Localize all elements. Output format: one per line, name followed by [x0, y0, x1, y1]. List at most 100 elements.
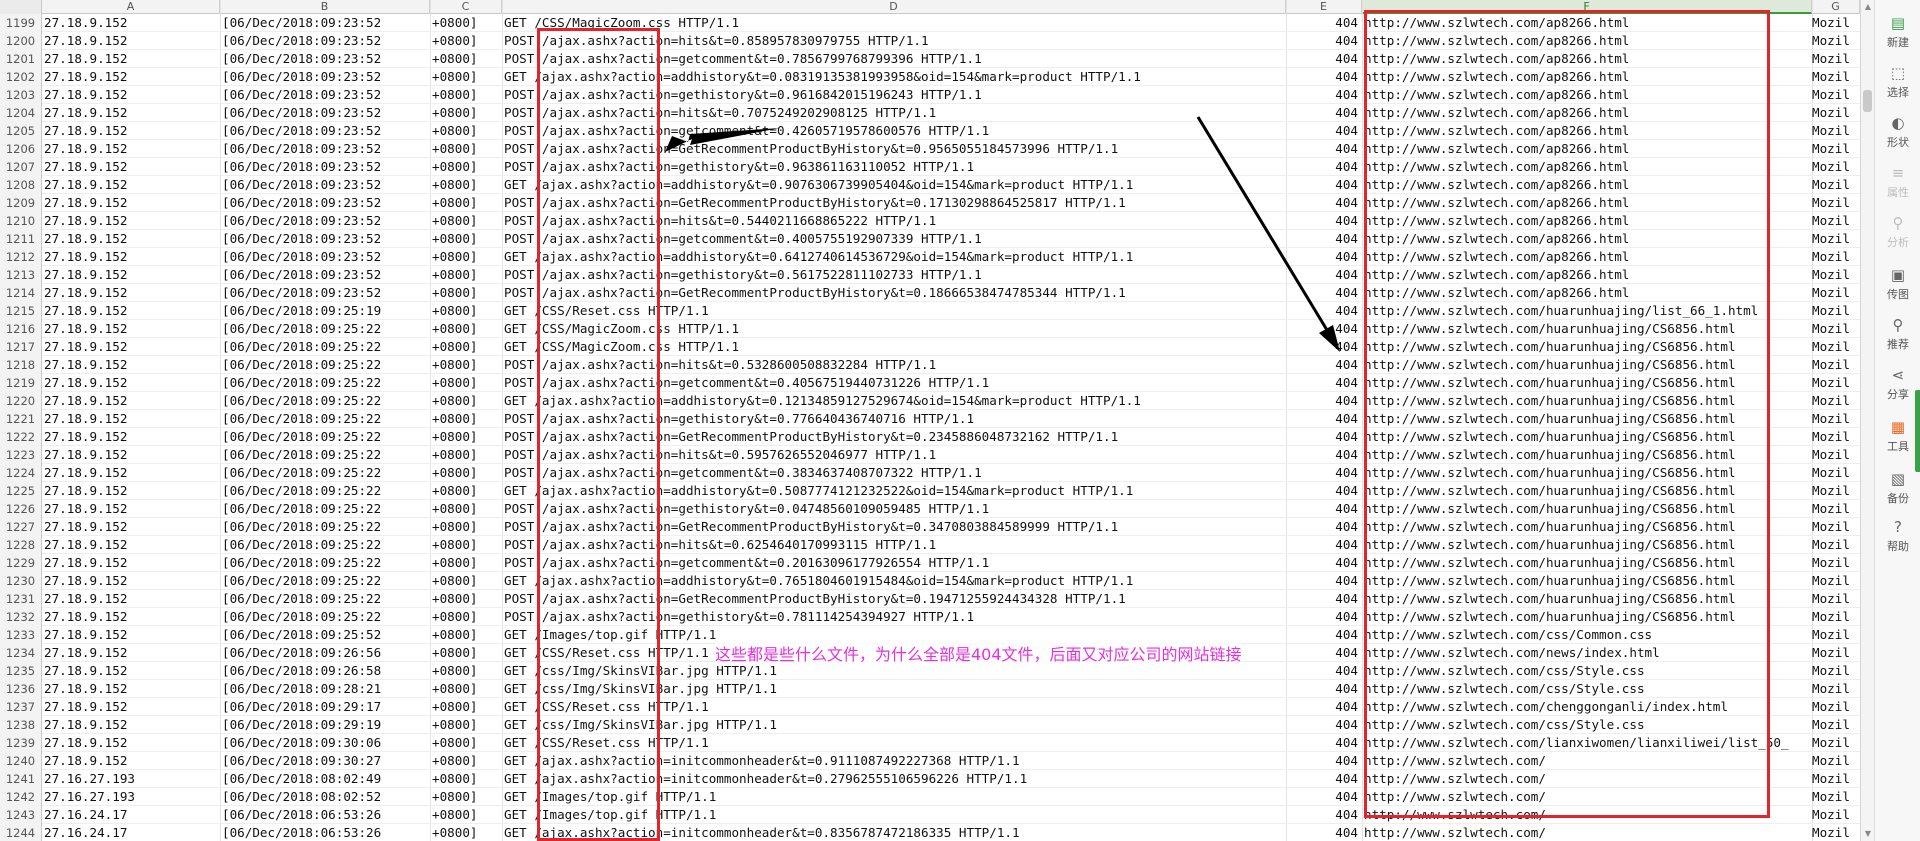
cell-ip[interactable]: 27.18.9.152	[44, 50, 216, 68]
column-header-g[interactable]: G	[1812, 0, 1860, 14]
cell-referrer[interactable]: http://www.szlwtech.com/huarunhuajing/CS…	[1364, 428, 1812, 446]
cell-status[interactable]: 404	[1288, 104, 1358, 122]
row-number[interactable]: 1242	[0, 788, 42, 806]
cell-status[interactable]: 404	[1288, 500, 1358, 518]
cell-agent[interactable]: Mozil	[1812, 158, 1860, 176]
row-number[interactable]: 1211	[0, 230, 42, 248]
cell-referrer[interactable]: http://www.szlwtech.com/ap8266.html	[1364, 14, 1812, 32]
row-number[interactable]: 1235	[0, 662, 42, 680]
row-number[interactable]: 1223	[0, 446, 42, 464]
cell-request[interactable]: GET /ajax.ashx?action=initcommonheader&t…	[504, 824, 1284, 841]
cell-tz[interactable]: +0800]	[432, 518, 498, 536]
cell-tz[interactable]: +0800]	[432, 608, 498, 626]
cell-request[interactable]: POST /ajax.ashx?action=hits&t=0.70752492…	[504, 104, 1284, 122]
sidebar-item-toolbox[interactable]: ▦ 工具	[1875, 414, 1920, 464]
cell-agent[interactable]: Mozil	[1812, 626, 1860, 644]
row-number[interactable]: 1216	[0, 320, 42, 338]
cell-status[interactable]: 404	[1288, 770, 1358, 788]
cell-request[interactable]: POST /ajax.ashx?action=gethistory&t=0.04…	[504, 500, 1284, 518]
cell-status[interactable]: 404	[1288, 518, 1358, 536]
cell-ip[interactable]: 27.16.24.17	[44, 824, 216, 841]
cell-status[interactable]: 404	[1288, 284, 1358, 302]
row-number[interactable]: 1221	[0, 410, 42, 428]
cell-request[interactable]: GET /ajax.ashx?action=addhistory&t=0.641…	[504, 248, 1284, 266]
cell-tz[interactable]: +0800]	[432, 770, 498, 788]
cell-agent[interactable]: Mozil	[1812, 266, 1860, 284]
cell-referrer[interactable]: http://www.szlwtech.com/huarunhuajing/CS…	[1364, 356, 1812, 374]
scroll-up-icon[interactable]: ▲	[1863, 2, 1873, 12]
cell-referrer[interactable]: http://www.szlwtech.com/ap8266.html	[1364, 122, 1812, 140]
sidebar-item-help[interactable]: ? 帮助	[1875, 514, 1920, 564]
sidebar-item-share[interactable]: ⋖ 分享	[1875, 362, 1920, 412]
cell-date[interactable]: [06/Dec/2018:09:29:19	[222, 716, 432, 734]
cell-status[interactable]: 404	[1288, 446, 1358, 464]
cell-agent[interactable]: Mozil	[1812, 590, 1860, 608]
cell-referrer[interactable]: http://www.szlwtech.com/huarunhuajing/CS…	[1364, 482, 1812, 500]
cell-referrer[interactable]: http://www.szlwtech.com/huarunhuajing/CS…	[1364, 374, 1812, 392]
column-header-c[interactable]: C	[430, 0, 502, 14]
cell-agent[interactable]: Mozil	[1812, 140, 1860, 158]
cell-ip[interactable]: 27.18.9.152	[44, 518, 216, 536]
cell-request[interactable]: GET /ajax.ashx?action=initcommonheader&t…	[504, 770, 1284, 788]
cell-tz[interactable]: +0800]	[432, 374, 498, 392]
sidebar-item-shape[interactable]: ◐ 形状	[1875, 110, 1920, 160]
cell-ip[interactable]: 27.18.9.152	[44, 32, 216, 50]
cell-referrer[interactable]: http://www.szlwtech.com/huarunhuajing/CS…	[1364, 536, 1812, 554]
cell-agent[interactable]: Mozil	[1812, 356, 1860, 374]
cell-ip[interactable]: 27.18.9.152	[44, 158, 216, 176]
row-number[interactable]: 1219	[0, 374, 42, 392]
cell-status[interactable]: 404	[1288, 212, 1358, 230]
cell-agent[interactable]: Mozil	[1812, 788, 1860, 806]
row-number[interactable]: 1205	[0, 122, 42, 140]
cell-agent[interactable]: Mozil	[1812, 86, 1860, 104]
cell-ip[interactable]: 27.18.9.152	[44, 104, 216, 122]
cell-status[interactable]: 404	[1288, 410, 1358, 428]
cell-agent[interactable]: Mozil	[1812, 662, 1860, 680]
cell-request[interactable]: POST /ajax.ashx?action=hits&t=0.53286005…	[504, 356, 1284, 374]
cell-request[interactable]: POST /ajax.ashx?action=hits&t=0.62546401…	[504, 536, 1284, 554]
cell-request[interactable]: GET /ajax.ashx?action=addhistory&t=0.083…	[504, 68, 1284, 86]
cell-ip[interactable]: 27.18.9.152	[44, 698, 216, 716]
cell-tz[interactable]: +0800]	[432, 50, 498, 68]
cell-agent[interactable]: Mozil	[1812, 320, 1860, 338]
cell-status[interactable]: 404	[1288, 806, 1358, 824]
cell-date[interactable]: [06/Dec/2018:09:25:22	[222, 428, 432, 446]
cell-referrer[interactable]: http://www.szlwtech.com/	[1364, 770, 1812, 788]
cell-referrer[interactable]: http://www.szlwtech.com/css/Style.css	[1364, 716, 1812, 734]
cell-referrer[interactable]: http://www.szlwtech.com/ap8266.html	[1364, 248, 1812, 266]
cell-status[interactable]: 404	[1288, 536, 1358, 554]
cell-referrer[interactable]: http://www.szlwtech.com/	[1364, 806, 1812, 824]
cell-status[interactable]: 404	[1288, 194, 1358, 212]
cell-date[interactable]: [06/Dec/2018:09:30:27	[222, 752, 432, 770]
cell-agent[interactable]: Mozil	[1812, 446, 1860, 464]
cell-agent[interactable]: Mozil	[1812, 716, 1860, 734]
cell-request[interactable]: GET /CSS/Reset.css HTTP/1.1	[504, 698, 1284, 716]
cell-date[interactable]: [06/Dec/2018:09:25:22	[222, 392, 432, 410]
cell-ip[interactable]: 27.18.9.152	[44, 482, 216, 500]
cell-ip[interactable]: 27.16.27.193	[44, 788, 216, 806]
cell-status[interactable]: 404	[1288, 68, 1358, 86]
cell-request[interactable]: POST /ajax.ashx?action=gethistory&t=0.77…	[504, 410, 1284, 428]
cell-request[interactable]: POST /ajax.ashx?action=GetRecommentProdu…	[504, 590, 1284, 608]
cell-referrer[interactable]: http://www.szlwtech.com/ap8266.html	[1364, 176, 1812, 194]
cell-tz[interactable]: +0800]	[432, 284, 498, 302]
cell-ip[interactable]: 27.18.9.152	[44, 14, 216, 32]
cell-referrer[interactable]: http://www.szlwtech.com/ap8266.html	[1364, 104, 1812, 122]
cell-status[interactable]: 404	[1288, 32, 1358, 50]
cell-agent[interactable]: Mozil	[1812, 338, 1860, 356]
cell-referrer[interactable]: http://www.szlwtech.com/ap8266.html	[1364, 212, 1812, 230]
cell-ip[interactable]: 27.18.9.152	[44, 212, 216, 230]
cell-request[interactable]: POST /ajax.ashx?action=GetRecommentProdu…	[504, 284, 1284, 302]
row-number[interactable]: 1224	[0, 464, 42, 482]
cell-tz[interactable]: +0800]	[432, 320, 498, 338]
cell-status[interactable]: 404	[1288, 158, 1358, 176]
cell-date[interactable]: [06/Dec/2018:09:23:52	[222, 176, 432, 194]
cell-date[interactable]: [06/Dec/2018:09:25:22	[222, 374, 432, 392]
row-number[interactable]: 1232	[0, 608, 42, 626]
cell-referrer[interactable]: http://www.szlwtech.com/ap8266.html	[1364, 140, 1812, 158]
scroll-thumb[interactable]	[1863, 90, 1872, 112]
cell-tz[interactable]: +0800]	[432, 104, 498, 122]
cell-request[interactable]: POST /ajax.ashx?action=GetRecommentProdu…	[504, 518, 1284, 536]
cell-referrer[interactable]: http://www.szlwtech.com/huarunhuajing/CS…	[1364, 518, 1812, 536]
cell-status[interactable]: 404	[1288, 824, 1358, 841]
